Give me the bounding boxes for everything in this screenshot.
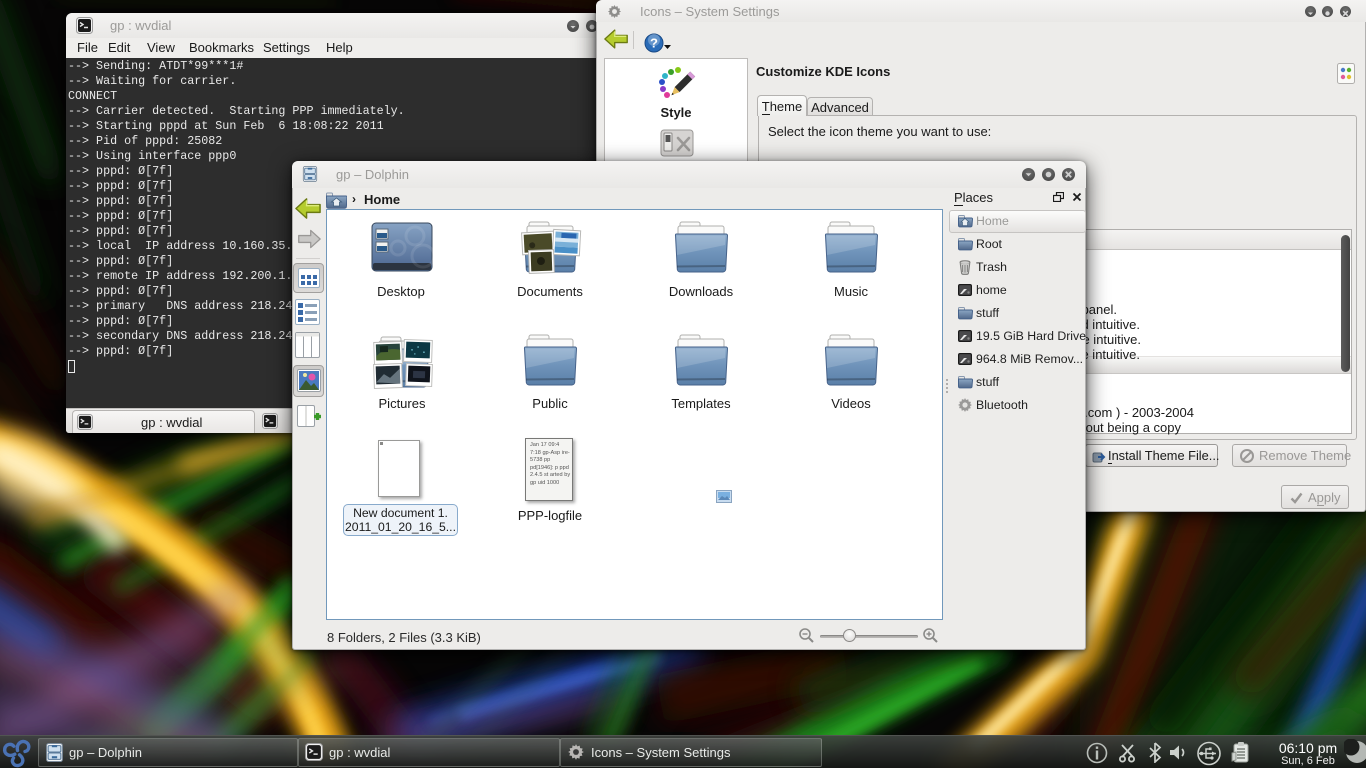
svg-text:?: ?	[650, 36, 658, 51]
